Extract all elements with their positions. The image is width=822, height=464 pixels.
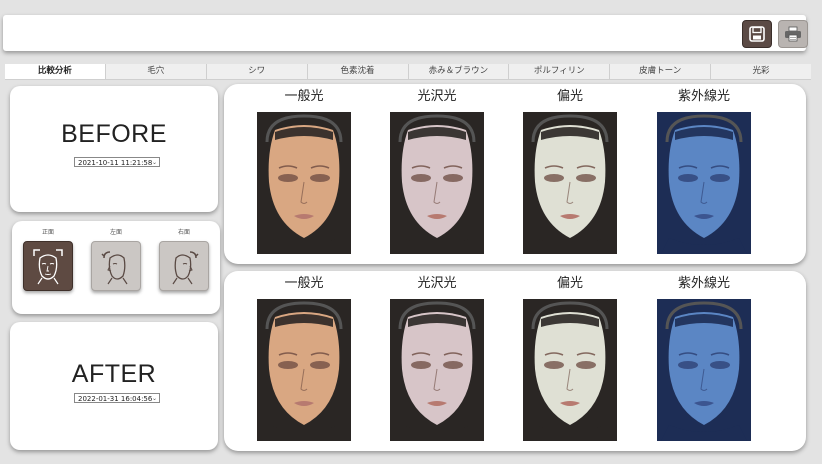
after-date-value: 2022-01-31 16:04:56 (78, 395, 153, 403)
tab-iris[interactable]: 光彩 (711, 64, 811, 79)
tab-compare[interactable]: 比較分析 (5, 64, 106, 79)
save-icon (749, 26, 765, 42)
photo-title: 偏光 (556, 276, 583, 291)
after-gloss-light: 光沢光 (387, 271, 487, 441)
tab-pigmentation[interactable]: 色素沈着 (307, 64, 409, 79)
tab-wrinkles[interactable]: シワ (206, 64, 308, 79)
angle-front-button[interactable] (23, 241, 73, 291)
photo-title: 一般光 (284, 89, 324, 104)
angle-selector-panel: 正面 左面 右面 (12, 221, 220, 314)
photo-title: 紫外線光 (677, 89, 730, 104)
angle-label-right: 右面 (177, 229, 190, 236)
before-date-value: 2021-10-11 11:21:58 (78, 159, 153, 167)
before-normal-light: 一般光 (254, 84, 354, 254)
photo-title: 光沢光 (417, 89, 457, 104)
angle-label-front: 正面 (41, 229, 54, 236)
after-panel: AFTER 2022-01-31 16:04:56 ⌄ (10, 322, 218, 450)
chevron-down-icon: ⌄ (151, 159, 157, 166)
tab-porphyrin[interactable]: ポルフィリン (509, 64, 611, 79)
angle-left-button[interactable] (91, 241, 141, 291)
photo-title: 紫外線光 (677, 276, 730, 291)
before-panel: BEFORE 2021-10-11 11:21:58 ⌄ (10, 86, 218, 212)
face-photo[interactable] (523, 112, 617, 254)
face-front-icon (33, 249, 63, 285)
angle-label-left: 左面 (109, 229, 122, 236)
after-photo-row: 一般光 光沢光 偏光 紫外線光 (224, 271, 806, 451)
chevron-down-icon: ⌄ (151, 395, 157, 402)
face-photo[interactable] (257, 112, 351, 254)
printer-icon (785, 26, 801, 42)
angle-item-right: 右面 (154, 227, 214, 291)
tab-pores[interactable]: 毛穴 (105, 64, 207, 79)
before-polarized-light: 偏光 (520, 84, 620, 254)
after-uv-light: 紫外線光 (654, 271, 754, 441)
tab-skin-tone[interactable]: 皮膚トーン (610, 64, 712, 79)
face-photo[interactable] (257, 299, 351, 441)
angle-item-front: 正面 (18, 227, 78, 291)
after-normal-light: 一般光 (254, 271, 354, 441)
angle-right-button[interactable] (159, 241, 209, 291)
before-date-select[interactable]: 2021-10-11 11:21:58 ⌄ (74, 157, 160, 167)
face-photo[interactable] (657, 299, 751, 441)
face-photo[interactable] (390, 112, 484, 254)
save-button[interactable] (742, 20, 772, 48)
before-gloss-light: 光沢光 (387, 84, 487, 254)
before-uv-light: 紫外線光 (654, 84, 754, 254)
after-date-select[interactable]: 2022-01-31 16:04:56 ⌄ (74, 393, 160, 403)
face-photo[interactable] (523, 299, 617, 441)
analysis-tabs: 比較分析 毛穴 シワ 色素沈着 赤み＆ブラウン ポルフィリン 皮膚トーン 光彩 (5, 64, 811, 80)
before-photo-row: 一般光 光沢光 偏光 紫外線光 (224, 84, 806, 264)
after-label: AFTER (71, 360, 157, 388)
photo-title: 一般光 (284, 276, 324, 291)
face-left-icon (101, 251, 128, 285)
angle-item-left: 左面 (86, 227, 146, 291)
before-label: BEFORE (61, 120, 167, 148)
face-right-icon (172, 251, 199, 285)
after-polarized-light: 偏光 (520, 271, 620, 441)
photo-title: 偏光 (556, 89, 583, 104)
face-photo[interactable] (657, 112, 751, 254)
photo-title: 光沢光 (417, 276, 457, 291)
tab-redness-brown[interactable]: 赤み＆ブラウン (408, 64, 510, 79)
face-photo[interactable] (390, 299, 484, 441)
top-toolbar (3, 15, 808, 51)
print-button[interactable] (778, 20, 808, 48)
